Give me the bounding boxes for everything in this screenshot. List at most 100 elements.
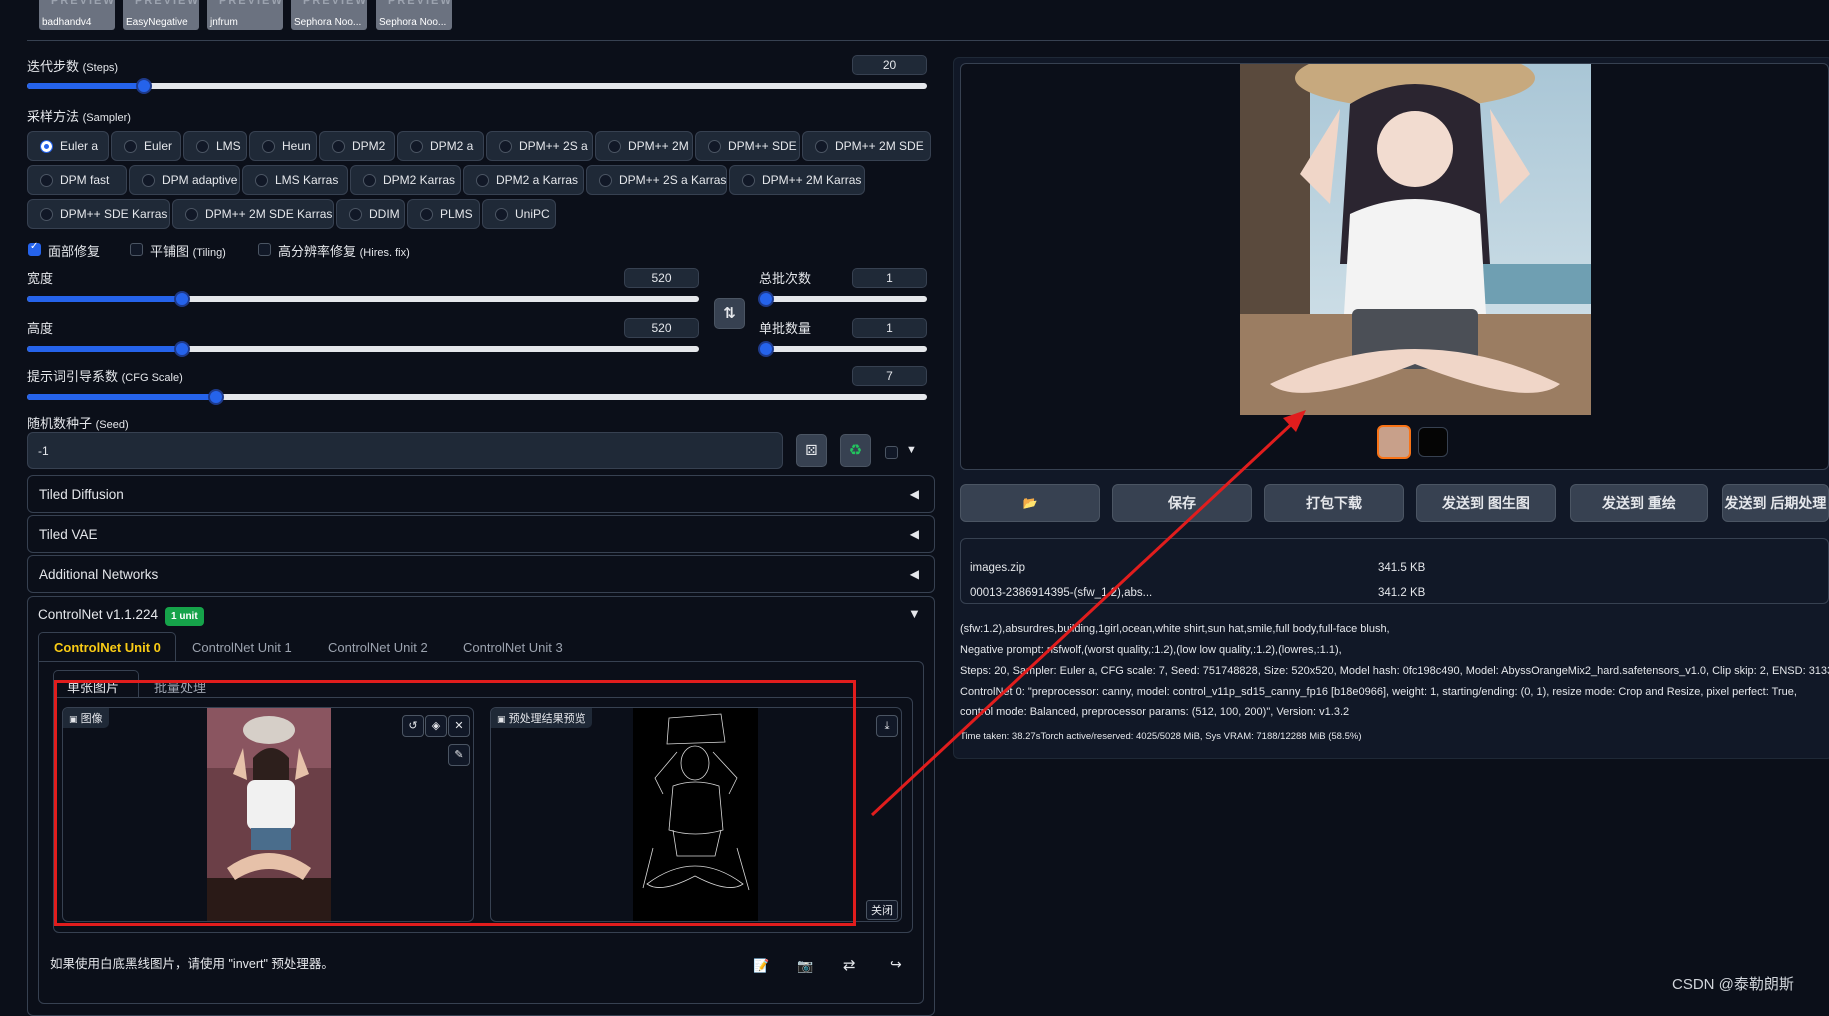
- radio-indicator: [196, 140, 209, 153]
- cfg-slider[interactable]: [27, 389, 927, 405]
- batch-count-slider[interactable]: [758, 291, 927, 307]
- swap-dimensions-button[interactable]: ⇅: [714, 298, 745, 329]
- thumbnail-1[interactable]: [1377, 425, 1411, 459]
- sampler-option-label: LMS: [216, 139, 241, 153]
- lora-card[interactable]: PREVIEW Sephora Noo...: [291, 0, 367, 30]
- send-to-inpaint-button[interactable]: 发送到 重绘: [1570, 484, 1708, 522]
- height-label: 高度: [27, 321, 54, 336]
- hires-label: 高分辨率修复 (Hires. fix): [278, 244, 410, 259]
- batch-size-slider[interactable]: [758, 341, 927, 357]
- save-button[interactable]: 保存: [1112, 484, 1252, 522]
- radio-indicator: [349, 208, 362, 221]
- sampler-option[interactable]: LMS: [183, 131, 247, 161]
- radio-indicator: [420, 208, 433, 221]
- sampler-option-label: Euler: [144, 139, 173, 153]
- tab-controlnet-unit-1[interactable]: ControlNet Unit 1: [192, 640, 292, 655]
- sampler-option[interactable]: DPM++ 2M SDE Karras: [172, 199, 334, 229]
- camera-icon[interactable]: 📷: [797, 958, 813, 974]
- sampler-option[interactable]: UniPC: [482, 199, 556, 229]
- file-name-2[interactable]: 00013-2386914395-(sfw_1.2),abs...: [970, 587, 1152, 599]
- sampler-option[interactable]: Heun: [249, 131, 317, 161]
- lora-card[interactable]: PREVIEW Sephora Noo...: [376, 0, 452, 30]
- sampler-option[interactable]: PLMS: [407, 199, 480, 229]
- sampler-option[interactable]: DPM++ 2M Karras: [729, 165, 865, 195]
- batch-count-input[interactable]: 1: [852, 268, 927, 288]
- sampler-option-label: DPM2 a: [430, 139, 474, 153]
- sampler-option[interactable]: DPM fast: [27, 165, 127, 195]
- hires-checkbox[interactable]: [258, 243, 271, 256]
- height-slider[interactable]: [27, 341, 699, 357]
- sampler-option[interactable]: Euler: [111, 131, 181, 161]
- sampler-option[interactable]: DPM2 a Karras: [463, 165, 584, 195]
- sampler-option[interactable]: DPM++ 2S a: [486, 131, 593, 161]
- controlnet-hint: 如果使用白底黑线图片，请使用 "invert" 预处理器。: [50, 957, 334, 971]
- tiled-vae-accordion[interactable]: Tiled VAE ◀: [27, 515, 935, 553]
- radio-indicator: [40, 208, 53, 221]
- radio-indicator: [495, 208, 508, 221]
- lora-card-name: EasyNegative: [126, 17, 188, 28]
- radio-indicator: [142, 174, 155, 187]
- random-seed-button[interactable]: ⚄: [796, 434, 827, 467]
- sampler-option[interactable]: DPM++ 2S a Karras: [586, 165, 727, 195]
- sampler-option-label: DPM adaptive: [162, 173, 238, 187]
- sampler-option[interactable]: DPM2: [319, 131, 395, 161]
- sampler-option[interactable]: Euler a: [27, 131, 109, 161]
- lora-card[interactable]: PREVIEW EasyNegative: [123, 0, 199, 30]
- face-restore-checkbox[interactable]: ✓: [28, 241, 41, 256]
- cfg-input[interactable]: 7: [852, 366, 927, 386]
- radio-indicator: [476, 174, 489, 187]
- width-input[interactable]: 520: [624, 268, 699, 288]
- controlnet-collapse-icon[interactable]: ▼: [908, 606, 921, 621]
- thumbnail-2[interactable]: [1418, 427, 1448, 457]
- swap-icon-button[interactable]: ⇄: [843, 956, 856, 974]
- sampler-option[interactable]: DPM2 Karras: [350, 165, 461, 195]
- sampler-option-label: UniPC: [515, 207, 550, 221]
- extra-seed-checkbox[interactable]: [885, 446, 898, 459]
- width-slider[interactable]: [27, 291, 699, 307]
- sampler-option[interactable]: DPM++ SDE Karras: [27, 199, 170, 229]
- lora-card[interactable]: PREVIEW jnfrum: [207, 0, 283, 30]
- radio-indicator: [599, 174, 612, 187]
- radio-indicator: [262, 140, 275, 153]
- close-preview-button[interactable]: 关闭: [866, 900, 898, 920]
- sampler-option[interactable]: DPM adaptive: [129, 165, 240, 195]
- sampler-option[interactable]: DPM++ 2M SDE: [802, 131, 931, 161]
- reuse-seed-button[interactable]: ♻: [840, 434, 871, 467]
- controlnet-title[interactable]: ControlNet v1.1.224: [38, 607, 158, 622]
- tab-controlnet-unit-2[interactable]: ControlNet Unit 2: [328, 640, 428, 655]
- send-to-extras-button[interactable]: 发送到 后期处理: [1722, 484, 1829, 522]
- seed-input[interactable]: -1: [27, 432, 783, 469]
- cfg-label: 提示词引导系数 (CFG Scale): [27, 369, 183, 384]
- lora-card[interactable]: PREVIEW badhandv4: [39, 0, 115, 30]
- download-preview-button[interactable]: ⤓: [876, 715, 898, 737]
- lora-preview-placeholder: PREVIEW: [303, 0, 367, 7]
- face-restore-label: 面部修复: [48, 244, 101, 259]
- generated-image[interactable]: [1240, 64, 1591, 415]
- open-folder-button[interactable]: 📂: [960, 484, 1100, 522]
- sampler-option[interactable]: LMS Karras: [242, 165, 348, 195]
- tab-controlnet-unit-0[interactable]: ControlNet Unit 0: [54, 640, 161, 655]
- batch-size-input[interactable]: 1: [852, 318, 927, 338]
- swap-icon: ⇅: [723, 305, 736, 322]
- notes-icon[interactable]: 📝: [753, 958, 769, 974]
- send-dimensions-icon[interactable]: ↪: [890, 956, 902, 973]
- height-input[interactable]: 520: [624, 318, 699, 338]
- additional-networks-accordion[interactable]: Additional Networks ◀: [27, 555, 935, 593]
- sampler-option[interactable]: DPM++ 2M: [595, 131, 693, 161]
- radio-indicator: [608, 140, 621, 153]
- extra-seed-toggle-icon[interactable]: ▼: [906, 444, 917, 456]
- tiled-diffusion-accordion[interactable]: Tiled Diffusion ◀: [27, 475, 935, 513]
- steps-slider[interactable]: [27, 78, 927, 94]
- radio-indicator: [332, 140, 345, 153]
- sampler-option-label: DPM++ 2S a: [519, 139, 588, 153]
- steps-input[interactable]: 20: [852, 55, 927, 75]
- file-name-1[interactable]: images.zip: [970, 562, 1025, 574]
- tab-controlnet-unit-3[interactable]: ControlNet Unit 3: [463, 640, 563, 655]
- sampler-option[interactable]: DPM2 a: [397, 131, 484, 161]
- tiling-checkbox[interactable]: [130, 243, 143, 256]
- zip-download-button[interactable]: 打包下载: [1264, 484, 1404, 522]
- send-to-img2img-button[interactable]: 发送到 图生图: [1416, 484, 1556, 522]
- sampler-option[interactable]: DPM++ SDE: [695, 131, 800, 161]
- sampler-option[interactable]: DDIM: [336, 199, 405, 229]
- sampler-option-label: DPM++ 2M: [628, 139, 689, 153]
